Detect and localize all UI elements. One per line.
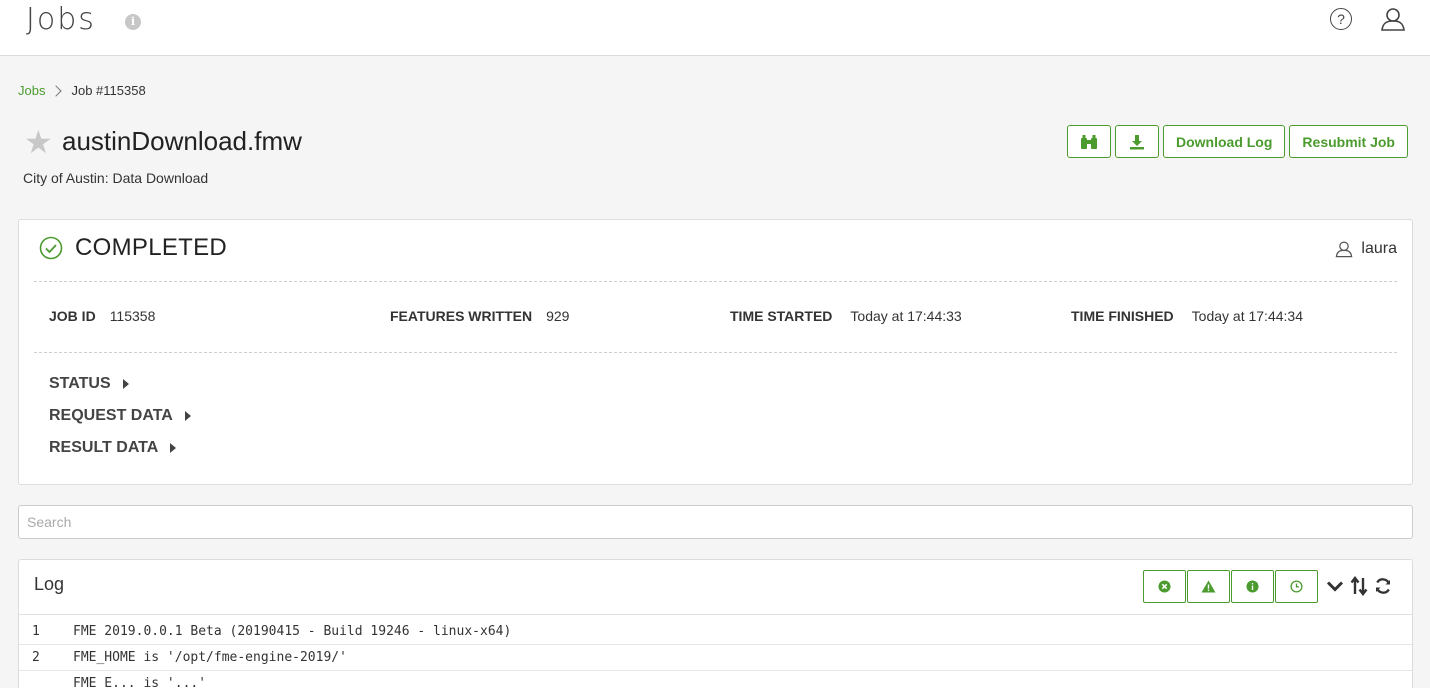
section-label: RESULT DATA [49,439,159,456]
features-written-label: FEATURES WRITTEN [390,308,533,324]
page-title: Jobs [26,2,96,37]
download-icon [1129,134,1144,149]
breadcrumb: Jobs Job #115358 [18,83,146,98]
log-filter-buttons [1143,570,1318,603]
log-title: Log [34,574,65,594]
filter-warnings-button[interactable] [1187,570,1230,603]
time-finished-value: Today at 17:44:34 [1191,308,1303,324]
star-icon[interactable]: ★ [24,126,54,158]
download-workspace-button[interactable] [1114,125,1159,158]
log-line-number: 2 [32,650,40,665]
features-written-value: 929 [546,308,570,324]
divider [19,614,1412,615]
log-search-input[interactable] [18,505,1413,539]
job-heading: ★ austinDownload.fmw [24,126,302,158]
filter-errors-button[interactable] [1143,570,1186,603]
job-owner: laura [1335,240,1397,258]
log-line: FME_E... is '...' [19,671,1412,688]
divider [34,352,1397,353]
owner-name: laura [1361,240,1397,257]
status-header: COMPLETED [39,234,227,262]
log-tools [1326,576,1392,596]
result-data-section-toggle[interactable]: RESULT DATA [49,439,177,457]
view-button[interactable] [1066,125,1111,158]
filter-info-button[interactable] [1231,570,1274,603]
log-line: 1 FME 2019.0.0.1 Beta (20190415 - Build … [19,619,1412,645]
top-bar: Jobs i ? [0,0,1430,56]
time-finished-field: TIME FINISHED Today at 17:44:34 [1071,308,1303,324]
job-status-card: COMPLETED laura JOB ID 115358 FEATURES W… [18,219,1413,485]
warning-icon [1201,580,1216,593]
time-started-label: TIME STARTED [730,308,833,324]
time-started-value: Today at 17:44:33 [850,308,962,324]
section-label: STATUS [49,375,111,392]
job-id-value: 115358 [109,308,156,324]
sort-icon[interactable] [1350,576,1368,596]
user-icon[interactable] [1380,6,1406,32]
error-icon [1158,580,1171,593]
breadcrumb-jobs-link[interactable]: Jobs [18,83,45,98]
status-section-toggle[interactable]: STATUS [49,375,129,393]
resubmit-job-button[interactable]: Resubmit Job [1289,125,1408,158]
log-line-text: FME_E... is '...' [73,676,207,688]
log-line-text: FME_HOME is '/opt/fme-engine-2019/' [73,650,347,665]
user-icon [1336,241,1353,258]
job-id-label: JOB ID [49,308,96,324]
filter-timestamps-button[interactable] [1275,570,1318,603]
divider [34,281,1397,282]
time-finished-label: TIME FINISHED [1071,308,1174,324]
job-title: austinDownload.fmw [62,126,302,156]
status-label: COMPLETED [75,234,228,261]
log-line: 2 FME_HOME is '/opt/fme-engine-2019/' [19,645,1412,671]
request-data-section-toggle[interactable]: REQUEST DATA [49,407,191,425]
breadcrumb-current: Job #115358 [71,83,146,98]
chevron-right-icon [50,84,63,97]
log-line-number: 1 [32,624,40,639]
job-subtitle: City of Austin: Data Download [23,170,209,186]
caret-right-icon [184,411,191,421]
clock-icon [1290,580,1303,593]
job-id-field: JOB ID 115358 [49,308,155,324]
chevron-down-icon[interactable] [1326,579,1344,593]
time-started-field: TIME STARTED Today at 17:44:33 [730,308,962,324]
action-toolbar: Download Log Resubmit Job [1066,125,1408,158]
help-icon[interactable]: ? [1330,8,1352,30]
caret-right-icon [170,443,177,453]
features-written-field: FEATURES WRITTEN 929 [390,308,569,324]
check-circle-icon [39,236,63,260]
download-log-button[interactable]: Download Log [1162,125,1286,158]
info-icon[interactable]: i [125,14,141,30]
caret-right-icon [122,379,129,389]
refresh-icon[interactable] [1374,577,1392,595]
binoculars-icon [1080,134,1097,149]
log-panel: Log 1 FME 2019.0.0.1 Beta (20190415 - Bu… [18,559,1413,688]
info-icon [1246,580,1259,593]
log-line-text: FME 2019.0.0.1 Beta (20190415 - Build 19… [73,624,512,639]
section-label: REQUEST DATA [49,407,173,424]
